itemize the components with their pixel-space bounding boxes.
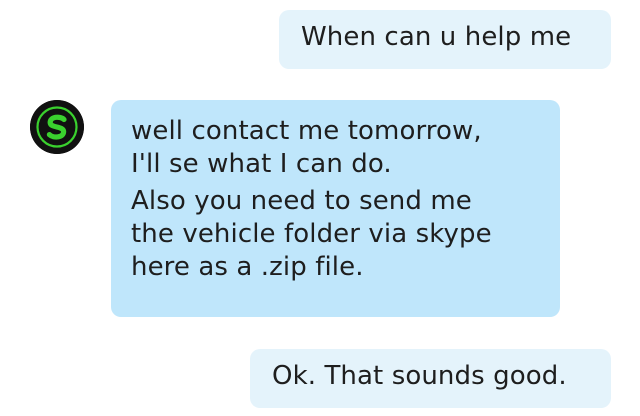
contact-avatar[interactable] — [30, 100, 84, 154]
message-text: When can u help me — [301, 22, 572, 52]
message-line: Also you need to send me — [131, 186, 472, 216]
sent-message-bubble[interactable]: Ok. That sounds good. — [250, 349, 611, 408]
message-line: here as a .zip file. — [131, 252, 364, 282]
message-line: I'll se what I can do. — [131, 149, 392, 179]
message-line: well contact me tomorrow, — [131, 116, 482, 146]
message-text: Ok. That sounds good. — [272, 361, 567, 391]
green-s-logo-icon — [30, 100, 84, 154]
message-line: the vehicle folder via skype — [131, 219, 492, 249]
received-message-bubble[interactable]: well contact me tomorrow, I'll se what I… — [111, 100, 560, 317]
sent-message-bubble[interactable]: When can u help me — [279, 10, 611, 69]
